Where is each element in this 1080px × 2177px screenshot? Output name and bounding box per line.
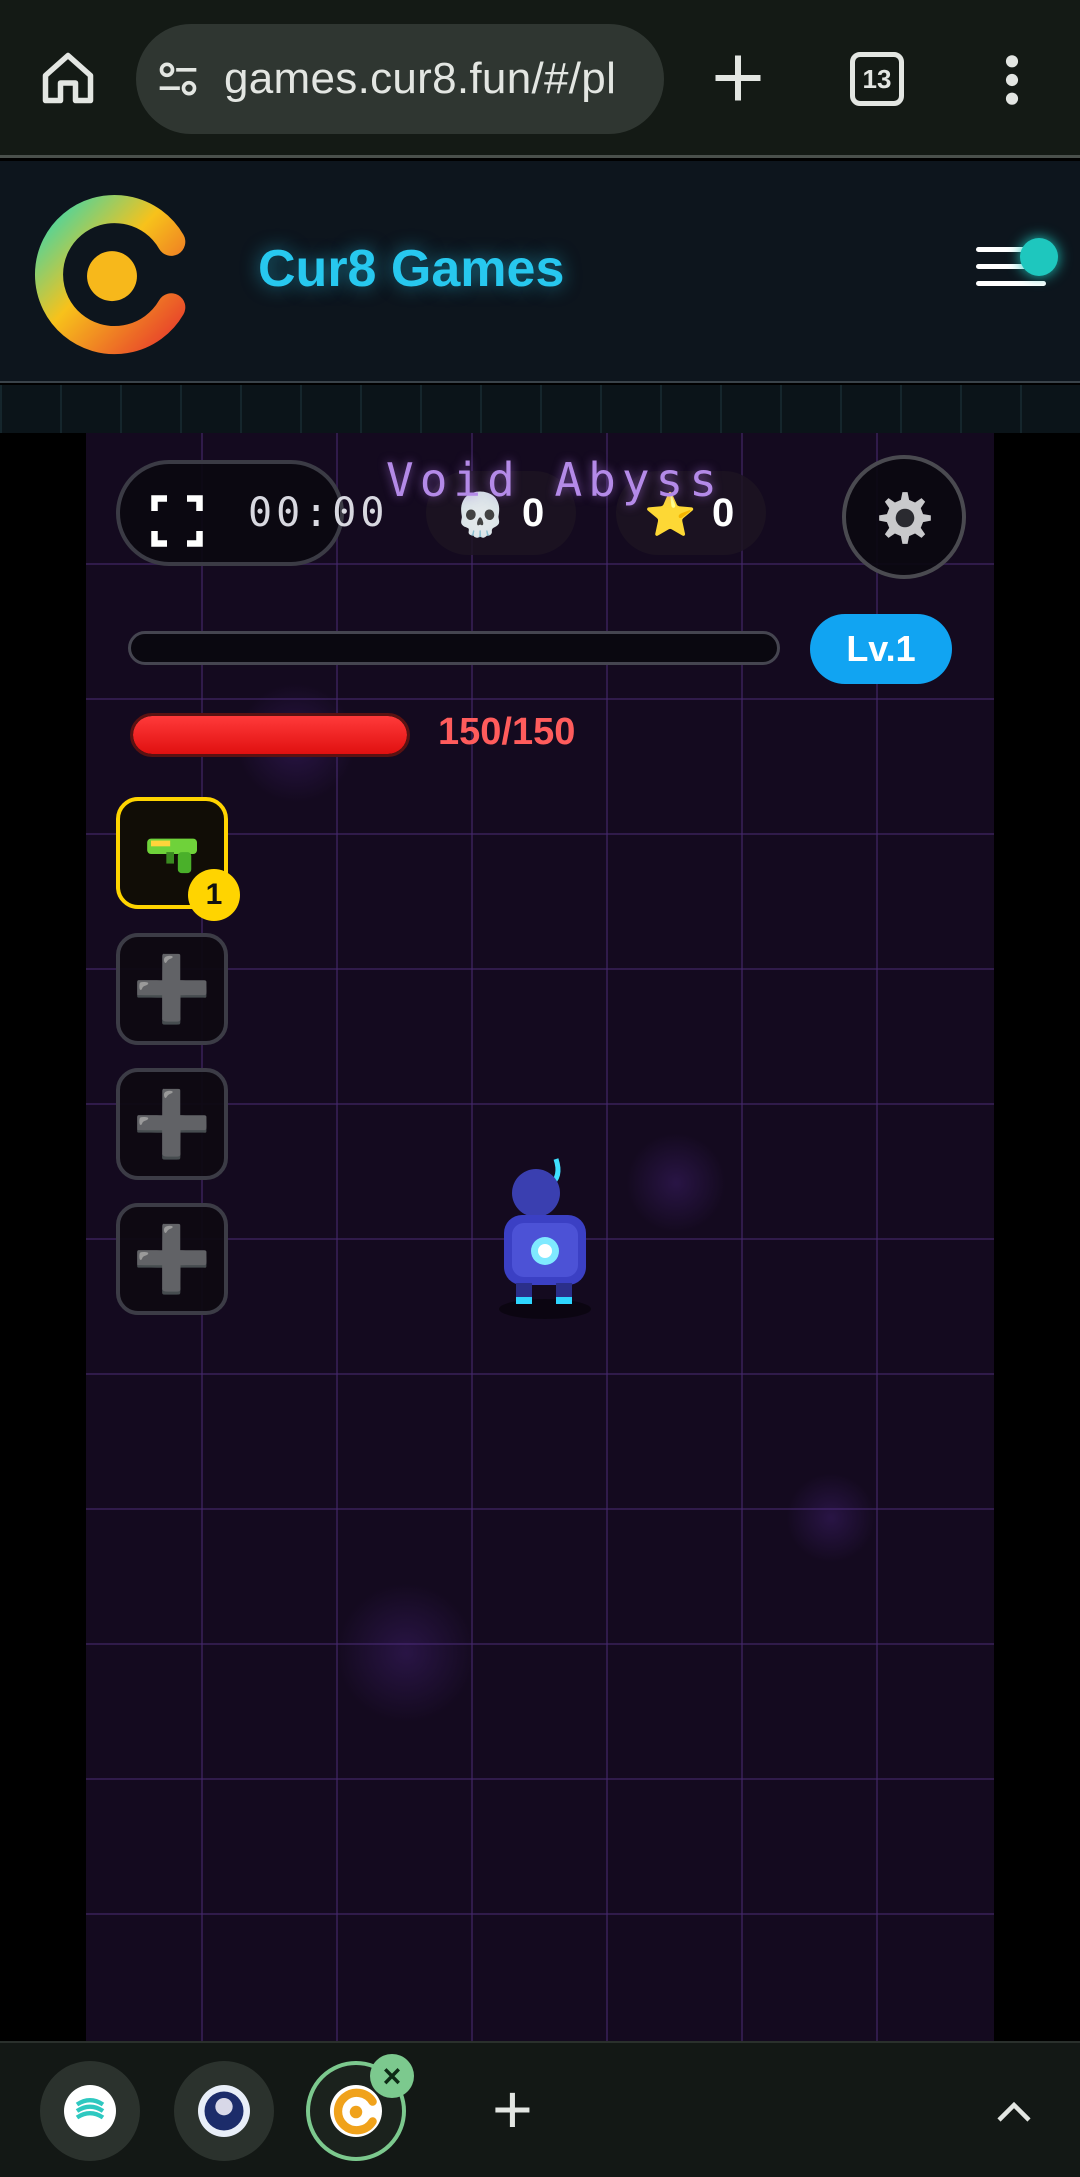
new-tab-icon[interactable]: [708, 48, 768, 108]
fullscreen-icon[interactable]: [146, 491, 208, 551]
address-bar[interactable]: games.cur8.fun/#/pl: [136, 24, 664, 134]
gear-icon: [879, 492, 931, 544]
tab-favicon-1: [64, 2085, 116, 2137]
weapon-slot-1[interactable]: 1: [116, 797, 240, 921]
background-particle: [626, 1133, 726, 1233]
right-margin: [994, 433, 1080, 2041]
site-settings-icon[interactable]: [156, 57, 200, 101]
game-canvas[interactable]: 00:00 💀 0 ⭐ 0 Void Abyss Lv.1 150/150 1: [86, 433, 994, 2041]
left-margin: [0, 433, 86, 2041]
cur8-logo[interactable]: [34, 191, 190, 355]
home-icon[interactable]: [38, 48, 98, 108]
xp-progress-bar: [128, 631, 780, 665]
background-particle: [336, 1583, 476, 1723]
weapon-slot-4[interactable]: ➕: [116, 1203, 228, 1315]
tab-favicon-3: [330, 2085, 382, 2137]
site-header: Cur8 Games: [0, 161, 1080, 383]
tab-favicon-2: [198, 2085, 250, 2137]
game-title: Void Abyss: [386, 453, 723, 507]
tab-switcher-button[interactable]: 13: [850, 52, 904, 106]
health-bar: [130, 713, 410, 757]
tab-thumbnail-1[interactable]: [40, 2061, 140, 2161]
weapon-slot-3[interactable]: ➕: [116, 1068, 228, 1180]
weapon-slot-2[interactable]: ➕: [116, 933, 228, 1045]
close-tab-icon[interactable]: ×: [370, 2054, 414, 2098]
url-text[interactable]: games.cur8.fun/#/pl: [224, 54, 644, 104]
add-slot-icon: ➕: [132, 953, 212, 1025]
tab-thumbnail-2[interactable]: [174, 2061, 274, 2161]
site-title[interactable]: Cur8 Games: [258, 239, 564, 299]
player-robot: [499, 1158, 591, 1319]
add-slot-icon: ➕: [132, 1223, 212, 1295]
add-tab-icon[interactable]: +: [492, 2074, 533, 2144]
chevron-up-icon[interactable]: [996, 2099, 1032, 2123]
browser-toolbar: games.cur8.fun/#/pl 13: [0, 0, 1080, 158]
notification-dot: [1020, 238, 1058, 276]
settings-button[interactable]: [842, 455, 966, 579]
timer-text: 00:00: [248, 490, 389, 536]
level-badge: Lv.1: [810, 614, 952, 684]
weapon-count-badge: 1: [188, 869, 240, 921]
background-particle: [786, 1473, 876, 1563]
health-bar-fill: [133, 716, 407, 754]
water-gun-icon: [147, 838, 197, 874]
bottom-tab-strip: × +: [0, 2041, 1080, 2177]
more-options-icon[interactable]: [990, 52, 1034, 108]
add-slot-icon: ➕: [132, 1088, 212, 1160]
decorative-strip: [0, 385, 1080, 433]
health-text: 150/150: [438, 711, 576, 753]
